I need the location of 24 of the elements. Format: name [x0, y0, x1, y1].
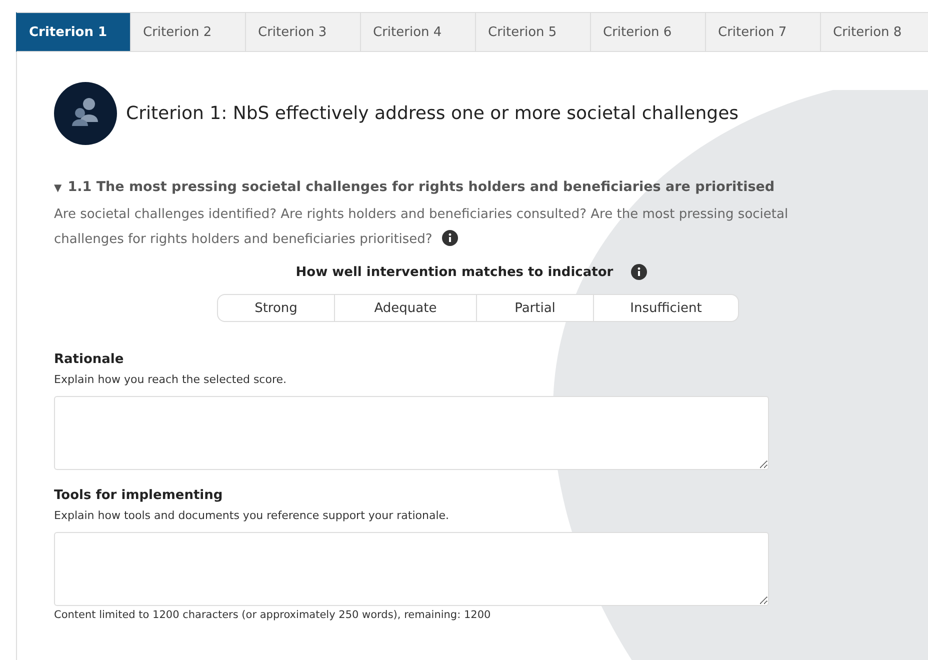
criterion-tab[interactable]: Criterion 2 [131, 12, 246, 52]
info-icon[interactable] [631, 264, 648, 280]
field-label: Tools for implementing [54, 488, 224, 503]
criterion-tab[interactable]: Criterion 1 [16, 12, 131, 52]
score-option[interactable]: Insufficient [594, 294, 739, 322]
indicator-heading[interactable]: ▼ 1.1 The most pressing societal challenges for rights holders and beneficiaries are prioritised [54, 179, 775, 198]
score-option[interactable]: Adequate [335, 294, 477, 322]
score-option[interactable]: Strong [217, 294, 335, 322]
criterion-tab[interactable]: Criterion 8 [821, 12, 928, 52]
indicator-question: Are societal challenges identified? Are rights holders and beneficiaries consulted? Are the most pressing societal challenges for rights holders and beneficiaries prioritised? [54, 206, 790, 249]
criterion-tab[interactable]: Criterion 7 [706, 12, 821, 52]
field-hint: Explain how tools and documents you reference support your rationale. [54, 509, 450, 522]
criterion-tab[interactable]: Criterion 4 [361, 12, 476, 52]
field-label: Rationale [54, 352, 125, 367]
score-option[interactable]: Partial [477, 294, 594, 322]
field-hint: Explain how you reach the selected score. [54, 373, 288, 386]
criterion-tab[interactable]: Criterion 6 [591, 12, 706, 52]
people-icon [54, 82, 117, 145]
info-icon[interactable] [442, 230, 458, 246]
score-label: How well intervention matches to indicator [296, 264, 614, 280]
criterion-tab[interactable]: Criterion 3 [246, 12, 361, 52]
criterion-tab[interactable]: Criterion 5 [476, 12, 591, 52]
character-limit-note: Content limited to 1200 characters (or approximately 250 words), remaining: 1200 [54, 609, 492, 621]
criterion-title: Criterion 1: NbS effectively address one or more societal challenges [126, 103, 739, 124]
